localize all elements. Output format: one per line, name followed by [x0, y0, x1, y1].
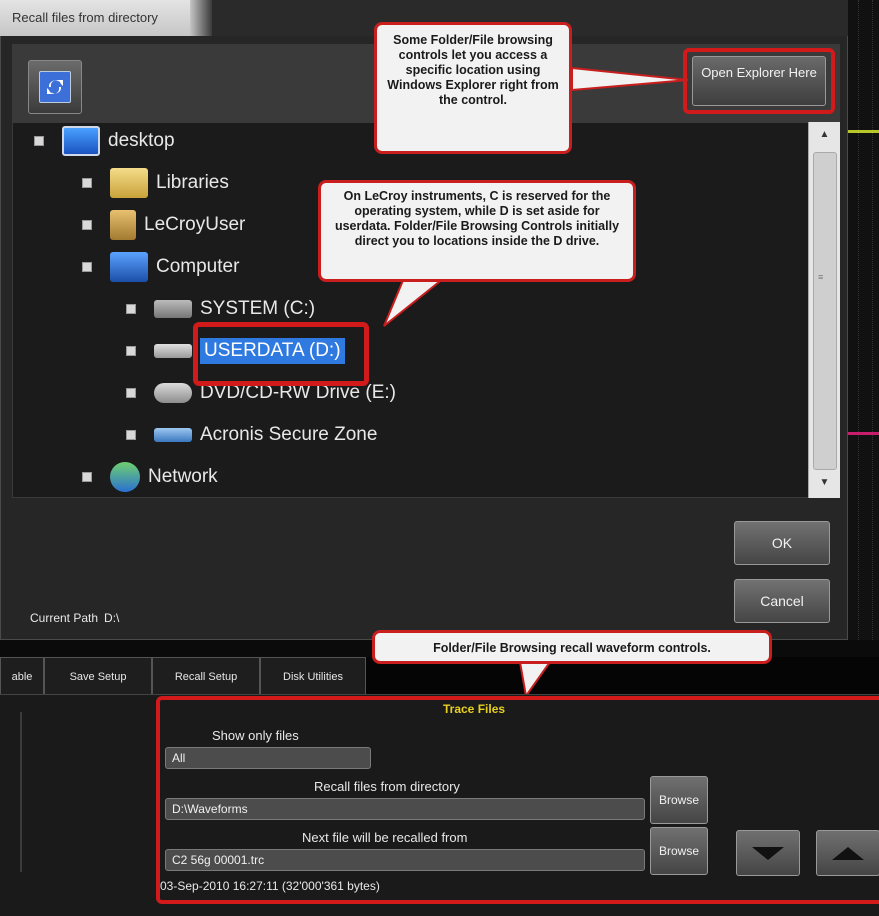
titlebar-edge — [190, 0, 212, 36]
tree-item-acronis[interactable]: Acronis Secure Zone — [126, 416, 377, 454]
expand-icon[interactable] — [82, 472, 92, 482]
expand-icon[interactable] — [126, 346, 136, 356]
tab-table[interactable]: able — [0, 657, 44, 695]
tab-disk-utilities[interactable]: Disk Utilities — [260, 657, 366, 695]
callout-drives: On LeCroy instruments, C is reserved for… — [318, 180, 636, 282]
screenshot-root: Recall files from directory Open Explore… — [0, 0, 879, 916]
desktop-icon — [62, 126, 100, 156]
refresh-icon — [39, 71, 71, 103]
tree-scrollbar[interactable]: ▲ ≡ ▼ — [808, 122, 840, 498]
open-explorer-highlight — [683, 48, 835, 114]
expand-icon[interactable] — [126, 388, 136, 398]
current-path: Current Path D:\ — [30, 611, 119, 625]
tree-item-desktop[interactable]: desktop — [34, 122, 175, 160]
dvd-drive-icon — [154, 383, 192, 403]
scope-grid-line — [872, 0, 873, 640]
tree-item-computer[interactable]: Computer — [82, 248, 239, 286]
libraries-folder-icon — [110, 168, 148, 198]
expand-icon[interactable] — [82, 178, 92, 188]
network-icon — [110, 462, 140, 492]
scrollbar-thumb[interactable] — [813, 152, 837, 470]
tab-save-setup[interactable]: Save Setup — [44, 657, 152, 695]
panel-divider — [20, 712, 22, 872]
tree-item-libraries[interactable]: Libraries — [82, 164, 229, 202]
tree-item-label: Network — [148, 466, 218, 487]
callout-explorer-text: Some Folder/File browsing controls let y… — [387, 33, 559, 107]
tree-item-lecroyuser[interactable]: LeCroyUser — [82, 206, 245, 244]
ok-button[interactable]: OK — [734, 521, 830, 565]
userdata-highlight — [193, 322, 369, 386]
callout-drives-text: On LeCroy instruments, C is reserved for… — [334, 189, 620, 248]
scrollbar-grip-icon: ≡ — [818, 272, 824, 282]
expand-icon[interactable] — [126, 304, 136, 314]
scope-trace-magenta — [845, 432, 879, 435]
callout-drives-pointer — [383, 277, 447, 327]
tree-item-label: desktop — [108, 130, 175, 151]
scope-trace-yellow — [845, 130, 879, 133]
callout-explorer-pointer — [571, 66, 689, 92]
tab-recall-setup[interactable]: Recall Setup — [152, 657, 260, 695]
user-folder-icon — [110, 210, 136, 240]
tree-item-label: Libraries — [156, 172, 229, 193]
scroll-down-icon[interactable]: ▼ — [809, 470, 840, 496]
scope-grid-line — [858, 0, 859, 640]
trace-files-highlight — [156, 696, 879, 904]
callout-recall-text: Folder/File Browsing recall waveform con… — [433, 641, 711, 655]
current-path-value: D:\ — [104, 611, 120, 625]
callout-recall: Folder/File Browsing recall waveform con… — [372, 630, 772, 664]
scroll-up-icon[interactable]: ▲ — [809, 122, 840, 148]
expand-icon[interactable] — [82, 262, 92, 272]
tree-item-label: LeCroyUser — [144, 214, 246, 235]
tree-item-label: Computer — [156, 256, 240, 277]
callout-explorer: Some Folder/File browsing controls let y… — [374, 22, 572, 154]
expand-icon[interactable] — [34, 136, 44, 146]
tree-item-label: Acronis Secure Zone — [200, 424, 378, 445]
acronis-zone-icon — [154, 428, 192, 442]
computer-icon — [110, 252, 148, 282]
refresh-button[interactable] — [28, 60, 82, 114]
tree-item-label: SYSTEM (C:) — [200, 298, 316, 319]
expand-icon[interactable] — [82, 220, 92, 230]
tree-item-network[interactable]: Network — [82, 458, 218, 496]
dialog-title: Recall files from directory — [12, 10, 158, 25]
expand-icon[interactable] — [126, 430, 136, 440]
current-path-label: Current Path — [30, 611, 99, 625]
drive-icon — [154, 344, 192, 358]
cancel-button[interactable]: Cancel — [734, 579, 830, 623]
system-drive-icon — [154, 300, 192, 318]
